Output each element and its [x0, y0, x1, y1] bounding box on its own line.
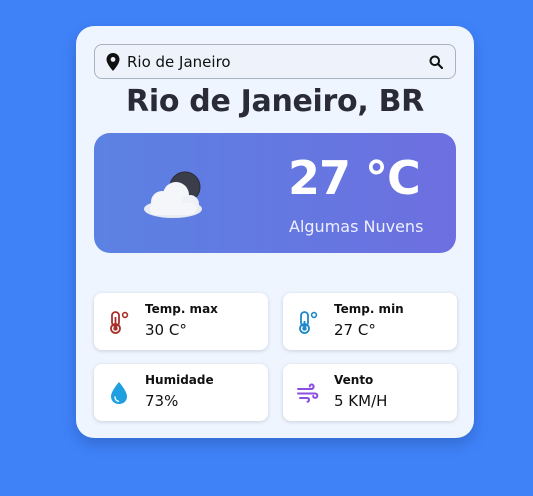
humidity-value: 73% — [145, 392, 179, 410]
temp-max-tile: Temp. max 30 C° — [94, 293, 268, 350]
wind-tile: Vento 5 KM/H — [283, 364, 457, 421]
humidity-tile: Humidade 73% — [94, 364, 268, 421]
wind-label: Vento — [334, 373, 374, 387]
temp-max-label: Temp. max — [145, 302, 218, 316]
humidity-label: Humidade — [145, 373, 214, 387]
search-icon[interactable] — [429, 55, 443, 69]
location-pin-icon — [106, 53, 120, 71]
current-temperature: 27 °C — [288, 151, 421, 205]
city-title: Rio de Janeiro, BR — [126, 84, 424, 119]
water-drop-icon — [111, 382, 127, 404]
temp-min-value: 27 C° — [334, 321, 376, 339]
temp-min-label: Temp. min — [334, 302, 404, 316]
temp-min-tile: Temp. min 27 C° — [283, 293, 457, 350]
current-weather-panel: 27 °C Algumas Nuvens — [94, 133, 456, 253]
wind-value: 5 KM/H — [334, 392, 388, 410]
partly-cloudy-icon — [144, 171, 202, 218]
search-bar — [94, 44, 456, 79]
city-search-input[interactable] — [127, 50, 417, 74]
weather-card: Rio de Janeiro, BR 27 °C Algumas Nuvens … — [76, 26, 474, 438]
thermometer-cold-icon — [299, 311, 318, 334]
wind-icon — [297, 383, 319, 403]
thermometer-hot-icon — [110, 311, 129, 334]
temp-max-value: 30 C° — [145, 321, 187, 339]
weather-description: Algumas Nuvens — [289, 217, 424, 236]
